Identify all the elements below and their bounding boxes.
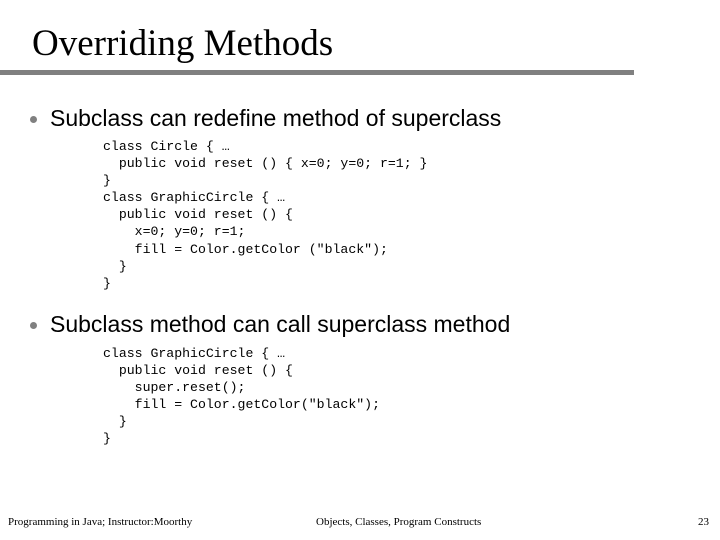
slide: Overriding Methods Subclass can redefine… <box>0 0 720 540</box>
bullet-disc-icon <box>30 116 37 123</box>
slide-footer: Programming in Java; Instructor:Moorthy … <box>0 506 720 540</box>
footer-page-number: 23 <box>698 516 709 528</box>
code-sample-1: class Circle { … public void reset () { … <box>103 139 428 291</box>
footer-course-label: Programming in Java; Instructor:Moorthy <box>8 516 193 528</box>
bullet-label-1: Subclass can redefine method of supercla… <box>50 105 502 131</box>
slide-body: Subclass can redefine method of supercla… <box>0 104 720 447</box>
bullet-item-1: Subclass can redefine method of supercla… <box>0 104 720 133</box>
footer-topic-label: Objects, Classes, Program Constructs <box>316 516 482 528</box>
bullet-disc-icon <box>30 321 37 329</box>
title-divider <box>0 70 634 75</box>
bullet-item-2: Subclass method can call superclass meth… <box>0 310 720 339</box>
bullet-label-2: Subclass method can call superclass meth… <box>50 310 511 337</box>
code-sample-2: class GraphicCircle { … public void rese… <box>103 345 380 447</box>
page-title: Overriding Methods <box>32 23 334 64</box>
